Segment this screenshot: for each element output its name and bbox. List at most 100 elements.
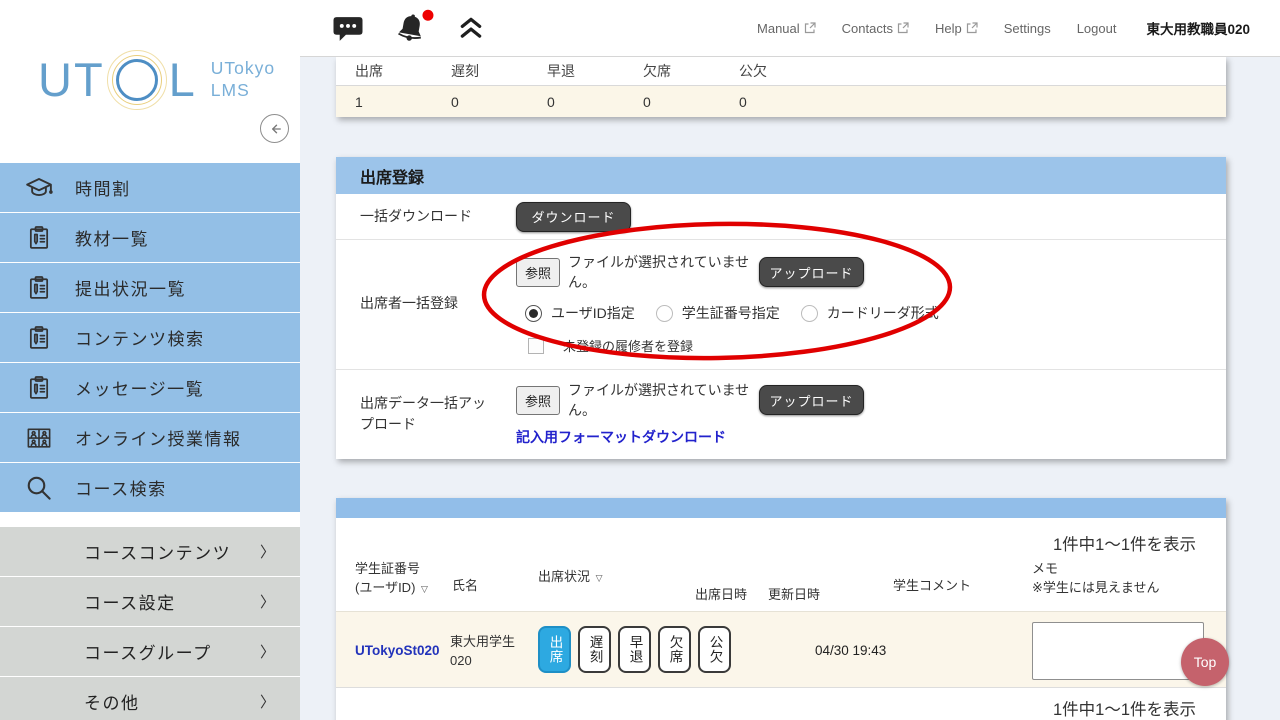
sidebar-item-messages[interactable]: メッセージ一覧: [0, 363, 300, 412]
sidebar-item-materials[interactable]: 教材一覧: [0, 213, 300, 262]
utol-logo: UT L UTokyo LMS: [38, 49, 276, 110]
status-button-early-leave[interactable]: 早退: [618, 626, 651, 673]
upload-button[interactable]: アップロード: [759, 257, 865, 287]
status-button-late[interactable]: 遅刻: [578, 626, 611, 673]
attendee-bulk-register-row: 出席者一括登録 参照 ファイルが選択されていません。 アップロード ユーザID指…: [336, 240, 1226, 370]
sidebar-item-submission-status[interactable]: 提出状況一覧: [0, 263, 300, 312]
page: { "logo": { "text_left": "UT", "text_rig…: [0, 0, 1280, 720]
people-grid-icon: [23, 422, 55, 454]
attendance-data-upload-row: 出席データ一括アップロード 参照 ファイルが選択されていません。 アップロード …: [336, 370, 1226, 459]
attendance-status-buttons: 出席 遅刻 早退 欠席 公欠: [538, 626, 731, 673]
sidebar-item-label: 提出状況一覧: [75, 280, 186, 299]
help-link[interactable]: Help: [935, 21, 978, 36]
summary-col-absent: 欠席: [643, 63, 671, 79]
sidebar: UT L UTokyo LMS 時間割 教材一覧 提出状況一覧 コンテンツ検索 …: [0, 0, 300, 720]
file-status-text: ファイルが選択されていません。: [568, 382, 750, 418]
external-link-icon: [966, 22, 978, 34]
sidebar-item-label: 教材一覧: [75, 230, 149, 249]
chevron-right-icon: 〉: [259, 694, 275, 711]
sidebar-item-course-contents[interactable]: コースコンテンツ 〉: [0, 527, 300, 576]
topbar-links: Manual Contacts Help Settings Logout 東大用…: [757, 18, 1250, 38]
contacts-link[interactable]: Contacts: [842, 21, 909, 36]
radio-student-number[interactable]: [655, 304, 673, 322]
logo-letters: UT L: [38, 49, 197, 110]
logout-link[interactable]: Logout: [1077, 21, 1117, 36]
attendance-summary-table: 出席 遅刻 早退 欠席 公欠 1 0 0 0 0: [336, 57, 1226, 117]
column-header-student-comment: 学生コメント: [893, 578, 972, 593]
column-header-status[interactable]: 出席状況 ▽: [538, 568, 603, 587]
sort-icon: ▽: [421, 583, 428, 594]
sidebar-item-label: 時間割: [75, 180, 131, 199]
register-unregistered-checkbox[interactable]: [528, 337, 544, 354]
summary-val-early-leave: 0: [547, 93, 555, 110]
chat-bubble-icon[interactable]: [332, 14, 364, 43]
section-title: 出席登録: [336, 157, 1226, 194]
logo-text-left: UT: [38, 53, 105, 106]
sidebar-item-label: コース検索: [75, 480, 167, 499]
browse-button[interactable]: 参照: [516, 385, 561, 415]
summary-value-row: 1 0 0 0 0: [336, 86, 1226, 117]
back-to-top-button[interactable]: Top: [1181, 638, 1229, 686]
student-name: 東大用学生020: [450, 634, 516, 668]
external-link-icon: [804, 22, 816, 34]
table-section-bar: [336, 498, 1226, 518]
result-count-top: 1件中1〜1件を表示: [1052, 536, 1196, 554]
bell-icon[interactable]: [391, 8, 435, 47]
clipboard-icon: [23, 222, 55, 254]
sidebar-collapse-button[interactable]: [260, 114, 289, 143]
sidebar-item-content-search[interactable]: コンテンツ検索: [0, 313, 300, 362]
chevron-right-icon: 〉: [259, 594, 275, 611]
sidebar-item-course-settings[interactable]: コース設定 〉: [0, 577, 300, 626]
sidebar-item-timetable[interactable]: 時間割: [0, 163, 300, 212]
column-header-student-id[interactable]: 学生証番号 (ユーザID) ▽: [355, 560, 428, 598]
chevron-right-icon: 〉: [259, 644, 275, 661]
bulk-download-label: 一括ダウンロード: [360, 208, 472, 225]
attendee-bulk-label: 出席者一括登録: [360, 295, 458, 312]
attendance-register-section: 出席登録 一括ダウンロード ダウンロード 出席者一括登録 参照 ファイルが選択さ…: [336, 157, 1226, 459]
format-download-link[interactable]: 記入用フォーマットダウンロード: [516, 427, 726, 447]
graduation-cap-icon: [23, 172, 55, 204]
summary-col-present: 出席: [355, 63, 383, 79]
radio-card-reader[interactable]: [800, 304, 818, 322]
sidebar-item-course-group[interactable]: コースグループ 〉: [0, 627, 300, 676]
topbar-icons: [332, 8, 484, 47]
sidebar-menu: 時間割 教材一覧 提出状況一覧 コンテンツ検索 メッセージ一覧 オンライン授業情…: [0, 163, 300, 512]
student-attendance-table: 1件中1〜1件を表示 学生証番号 (ユーザID) ▽ 氏名 出席状況 ▽ 出席日…: [336, 498, 1226, 720]
summary-col-late: 遅刻: [451, 63, 479, 79]
double-chevron-up-icon[interactable]: [458, 16, 484, 40]
status-button-present[interactable]: 出席: [538, 626, 571, 673]
browse-button[interactable]: 参照: [516, 257, 561, 287]
logo-o-ring: [106, 49, 167, 110]
download-button[interactable]: ダウンロード: [516, 201, 631, 232]
column-header-memo: メモ ※学生には見えません: [1032, 561, 1160, 595]
register-unregistered-row: 未登録の履修者を登録: [528, 336, 960, 355]
main-content: 出席 遅刻 早退 欠席 公欠 1 0 0 0 0 出席登録 一括ダウンロード ダ…: [300, 57, 1280, 720]
summary-col-excused: 公欠: [739, 63, 767, 79]
attendee-bulk-controls: 参照 ファイルが選択されていません。 アップロード ユーザID指定 学生証番号指…: [516, 252, 960, 355]
current-user-name: 東大用教職員020: [1146, 22, 1250, 37]
attendance-data-upload-label: 出席データ一括アップロード: [360, 395, 486, 432]
status-button-absent[interactable]: 欠席: [658, 626, 691, 673]
arrow-left-icon: [271, 124, 281, 133]
manual-link[interactable]: Manual: [757, 21, 816, 36]
clipboard-icon: [23, 272, 55, 304]
logo-subtitle: UTokyo LMS: [210, 57, 276, 100]
column-header-update-time: 更新日時: [768, 587, 821, 602]
upload-button[interactable]: アップロード: [759, 385, 865, 415]
clipboard-icon: [23, 322, 55, 354]
settings-link[interactable]: Settings: [1004, 21, 1051, 36]
memo-input[interactable]: [1032, 622, 1204, 680]
radio-user-id[interactable]: [525, 304, 542, 322]
file-status-text: ファイルが選択されていません。: [568, 254, 750, 290]
sidebar-item-others[interactable]: その他 〉: [0, 677, 300, 720]
id-type-radio-group: ユーザID指定 学生証番号指定 カードリーダ形式: [525, 303, 960, 323]
sidebar-item-course-search[interactable]: コース検索: [0, 463, 300, 512]
clipboard-icon: [23, 372, 55, 404]
topbar: Manual Contacts Help Settings Logout 東大用…: [300, 0, 1280, 57]
student-id-link[interactable]: UTokyoSt020: [355, 643, 440, 658]
status-button-excused[interactable]: 公欠: [698, 626, 731, 673]
sort-icon: ▽: [595, 573, 603, 583]
sidebar-item-online-class-info[interactable]: オンライン授業情報: [0, 413, 300, 462]
summary-val-late: 0: [451, 93, 459, 110]
attendance-data-upload-controls: 参照 ファイルが選択されていません。 アップロード 記入用フォーマットダウンロー…: [516, 380, 865, 447]
